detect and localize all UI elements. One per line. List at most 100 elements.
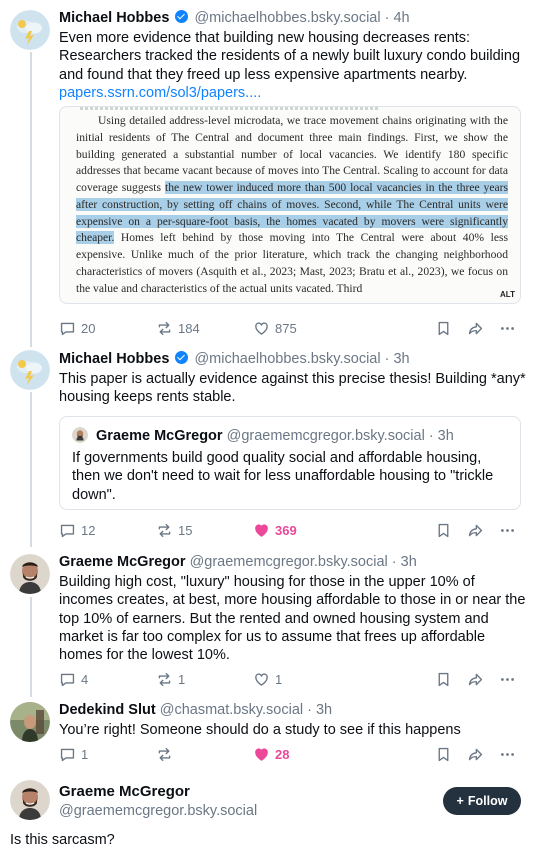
repost-icon xyxy=(158,321,171,335)
share-button[interactable] xyxy=(467,744,484,764)
bookmark-button[interactable] xyxy=(435,520,452,540)
post-actions: 12 15 369 xyxy=(59,520,521,540)
author-name[interactable]: Dedekind Slut xyxy=(59,702,156,718)
post-header: Michael Hobbes @michaelhobbes.bsky.socia… xyxy=(59,9,528,27)
quote-time: · 3h xyxy=(428,428,454,444)
main-post-text: Is this sarcasm? xyxy=(10,832,115,848)
post-text: Building high cost, "luxury" housing for… xyxy=(59,574,526,664)
post-actions: 1 28 xyxy=(59,744,521,764)
follow-label: Follow xyxy=(467,794,508,808)
more-options-button[interactable] xyxy=(499,744,516,764)
reply-icon xyxy=(60,322,75,335)
bookmark-icon xyxy=(438,523,449,537)
repost-count: 1 xyxy=(178,671,186,687)
share-icon xyxy=(468,673,483,685)
cut-off-text-line xyxy=(80,107,380,110)
share-icon xyxy=(468,322,483,334)
like-button[interactable]: 28 xyxy=(253,744,289,764)
like-count: 28 xyxy=(275,746,290,762)
reply-count: 1 xyxy=(81,746,89,762)
more-icon xyxy=(501,677,514,681)
avatar-graeme-mcgregor[interactable] xyxy=(10,554,50,594)
bookmark-button[interactable] xyxy=(435,318,452,338)
quote-text: If governments build good quality social… xyxy=(72,450,494,503)
bookmark-icon xyxy=(438,747,449,761)
like-icon xyxy=(255,672,268,686)
repost-button[interactable] xyxy=(156,744,178,764)
more-options-button[interactable] xyxy=(499,520,516,540)
reply-icon xyxy=(60,524,75,537)
paper-text-after: Homes left behind by those moving into T… xyxy=(76,231,508,295)
thread-line xyxy=(30,392,32,547)
bookmark-button[interactable] xyxy=(435,744,452,764)
post-link[interactable]: papers.ssrn.com/sol3/papers.... xyxy=(59,84,528,102)
avatar-graeme-mcgregor[interactable] xyxy=(10,780,50,820)
bookmark-icon xyxy=(438,321,449,335)
paper-excerpt: Using detailed address-level microdata, … xyxy=(76,113,509,297)
verified-badge-icon xyxy=(175,10,189,23)
repost-button[interactable]: 1 xyxy=(156,669,185,689)
post-text: Even more evidence that building new hou… xyxy=(59,30,521,83)
reply-count: 20 xyxy=(81,320,96,336)
avatar-dedekind-slut[interactable] xyxy=(10,702,50,742)
more-options-button[interactable] xyxy=(499,318,516,338)
repost-count: 184 xyxy=(178,320,200,336)
avatar-michael-hobbes[interactable] xyxy=(10,350,50,390)
like-count: 875 xyxy=(275,320,297,336)
plus-icon: + xyxy=(456,794,464,808)
share-icon xyxy=(468,748,483,760)
embedded-image[interactable]: Using detailed address-level microdata, … xyxy=(59,106,521,304)
like-button[interactable]: 875 xyxy=(253,318,297,338)
author-handle[interactable]: @chasmat.bsky.social xyxy=(160,702,303,718)
repost-count: 15 xyxy=(178,522,193,538)
author-name[interactable]: Michael Hobbes xyxy=(59,351,169,367)
quote-author-handle: @graememcgregor.bsky.social xyxy=(226,428,425,444)
quote-header: Graeme McGregor @graememcgregor.bsky.soc… xyxy=(72,427,508,445)
reply-button[interactable]: 12 xyxy=(59,520,95,540)
like-icon xyxy=(255,747,268,761)
follow-button[interactable]: + Follow xyxy=(443,787,521,815)
post-time: · 4h xyxy=(384,10,410,26)
like-count: 1 xyxy=(275,671,283,687)
repost-icon xyxy=(158,672,171,686)
author-handle[interactable]: @graememcgregor.bsky.social xyxy=(190,554,388,570)
reply-button[interactable]: 20 xyxy=(59,318,95,338)
reply-button[interactable]: 1 xyxy=(59,744,88,764)
like-button[interactable]: 1 xyxy=(253,669,282,689)
more-options-button[interactable] xyxy=(499,669,516,689)
bookmark-button[interactable] xyxy=(435,669,452,689)
avatar-graeme-mcgregor xyxy=(72,427,88,443)
share-button[interactable] xyxy=(467,520,484,540)
post-text: This paper is actually evidence against … xyxy=(59,371,526,406)
post-actions: 4 1 1 xyxy=(59,669,521,689)
post-text: You’re right! Someone should do a study … xyxy=(59,722,461,738)
repost-icon xyxy=(158,523,171,537)
repost-button[interactable]: 184 xyxy=(156,318,200,338)
post-header: Dedekind Slut @chasmat.bsky.social · 3h xyxy=(59,701,528,719)
reply-icon xyxy=(60,748,75,761)
share-icon xyxy=(468,524,483,536)
like-icon xyxy=(255,321,268,335)
author-name[interactable]: Graeme McGregor xyxy=(59,554,186,570)
like-count: 369 xyxy=(275,522,297,538)
main-author-name[interactable]: Graeme McGregor xyxy=(59,783,190,800)
main-author-handle[interactable]: @graememcgregor.bsky.social xyxy=(59,803,257,819)
author-name[interactable]: Michael Hobbes xyxy=(59,10,169,26)
reply-icon xyxy=(60,673,75,686)
quote-author-name: Graeme McGregor xyxy=(96,428,223,444)
repost-button[interactable]: 15 xyxy=(156,520,192,540)
repost-icon xyxy=(158,747,171,761)
post-time: · 3h xyxy=(391,554,417,570)
avatar-michael-hobbes[interactable] xyxy=(10,10,50,50)
share-button[interactable] xyxy=(467,318,484,338)
author-handle[interactable]: @michaelhobbes.bsky.social xyxy=(194,10,380,26)
post-actions: 20 184 875 xyxy=(59,318,521,338)
quoted-post[interactable]: Graeme McGregor @graememcgregor.bsky.soc… xyxy=(59,416,521,510)
reply-count: 12 xyxy=(81,522,96,538)
reply-button[interactable]: 4 xyxy=(59,669,88,689)
alt-badge[interactable]: ALT xyxy=(499,290,516,299)
author-handle[interactable]: @michaelhobbes.bsky.social xyxy=(194,351,380,367)
thread-line xyxy=(30,597,32,697)
share-button[interactable] xyxy=(467,669,484,689)
like-button[interactable]: 369 xyxy=(253,520,297,540)
